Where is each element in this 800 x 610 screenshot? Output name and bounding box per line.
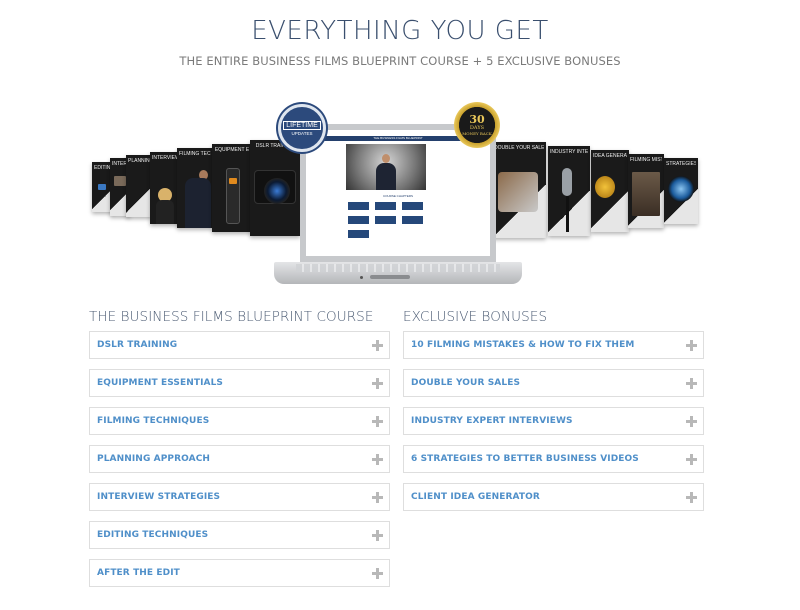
accordion-item-industry-expert-interviews[interactable]: INDUSTRY EXPERT INTERVIEWS bbox=[403, 407, 704, 435]
accordion-item-after-the-edit[interactable]: AFTER THE EDIT bbox=[89, 559, 390, 587]
cover-title: FILMING TECH bbox=[179, 151, 211, 157]
page-title: EVERYTHING YOU GET bbox=[251, 16, 549, 46]
page-subtitle: THE ENTIRE BUSINESS FILMS BLUEPRINT COUR… bbox=[179, 54, 621, 68]
chapter-button bbox=[348, 230, 369, 238]
plus-icon[interactable] bbox=[686, 454, 697, 465]
chapter-button bbox=[348, 216, 369, 224]
plus-icon[interactable] bbox=[372, 492, 383, 503]
cover-title: INTERVIEW ST bbox=[152, 155, 178, 161]
accordion-item-6-strategies[interactable]: 6 STRATEGIES TO BETTER BUSINESS VIDEOS bbox=[403, 445, 704, 473]
accordion-item-dslr-training[interactable]: DSLR TRAINING bbox=[89, 331, 390, 359]
course-heading: THE BUSINESS FILMS BLUEPRINT COURSE bbox=[89, 309, 374, 325]
accordion-label: INTERVIEW STRATEGIES bbox=[97, 492, 221, 502]
accordion-item-filming-techniques[interactable]: FILMING TECHNIQUES bbox=[89, 407, 390, 435]
cover-title: FILMING MISTAKES bbox=[630, 157, 662, 163]
chapter-button bbox=[402, 216, 423, 224]
cover-title: DOUBLE YOUR SALES bbox=[494, 145, 544, 151]
cover-planning: PLANNING bbox=[126, 155, 152, 217]
cover-double-your-sales: DOUBLE YOUR SALES bbox=[492, 142, 546, 238]
cover-industry-interviews: INDUSTRY INTERVIEWS bbox=[548, 146, 590, 236]
accordion-item-equipment-essentials[interactable]: EQUIPMENT ESSENTIALS bbox=[89, 369, 390, 397]
cover-filming-mistakes: FILMING MISTAKES bbox=[628, 154, 664, 228]
presenter-image bbox=[376, 154, 396, 190]
accordion-label: CLIENT IDEA GENERATOR bbox=[411, 492, 540, 502]
plus-icon[interactable] bbox=[372, 568, 383, 579]
plus-icon[interactable] bbox=[686, 340, 697, 351]
plus-icon[interactable] bbox=[372, 530, 383, 541]
lifetime-updates-badge: LIFETIME UPDATES bbox=[278, 104, 326, 152]
plus-icon[interactable] bbox=[372, 416, 383, 427]
product-hero-image: EDITING INTERVIEW PLANNING INTERVIEW ST … bbox=[88, 100, 708, 290]
accordion-item-filming-mistakes[interactable]: 10 FILMING MISTAKES & HOW TO FIX THEM bbox=[403, 331, 704, 359]
cover-title: IDEA GENERATOR bbox=[593, 153, 627, 159]
chapter-button bbox=[402, 202, 423, 210]
plus-icon[interactable] bbox=[372, 378, 383, 389]
badge-text: UPDATES bbox=[291, 130, 313, 136]
accordion-label: FILMING TECHNIQUES bbox=[97, 416, 210, 426]
cover-title: PLANNING bbox=[128, 158, 150, 164]
accordion-item-interview-strategies[interactable]: INTERVIEW STRATEGIES bbox=[89, 483, 390, 511]
chapter-button bbox=[375, 202, 396, 210]
badge-text: 30 bbox=[469, 113, 485, 126]
cover-idea-generator: IDEA GENERATOR bbox=[591, 150, 629, 232]
badge-text: MONEY BACK bbox=[462, 131, 492, 136]
chapter-button bbox=[348, 202, 369, 210]
laptop-base bbox=[274, 262, 522, 284]
cover-interview-strategies: INTERVIEW ST bbox=[150, 152, 180, 224]
accordion-label: INDUSTRY EXPERT INTERVIEWS bbox=[411, 416, 573, 426]
cover-title: EQUIPMENT E bbox=[214, 147, 250, 153]
cover-title: INDUSTRY INTERVIEWS bbox=[550, 149, 588, 155]
bonuses-section: EXCLUSIVE BONUSES 10 FILMING MISTAKES & … bbox=[403, 309, 705, 521]
accordion-label: EQUIPMENT ESSENTIALS bbox=[97, 378, 224, 388]
cover-title: STRATEGIES bbox=[666, 161, 696, 167]
money-back-badge: 30 DAYS MONEY BACK bbox=[454, 102, 500, 148]
plus-icon[interactable] bbox=[372, 340, 383, 351]
cover-strategies: STRATEGIES bbox=[664, 158, 698, 224]
bonuses-heading: EXCLUSIVE BONUSES bbox=[403, 309, 548, 325]
plus-icon[interactable] bbox=[372, 454, 383, 465]
accordion-label: EDITING TECHNIQUES bbox=[97, 530, 209, 540]
plus-icon[interactable] bbox=[686, 378, 697, 389]
accordion-item-client-idea-generator[interactable]: CLIENT IDEA GENERATOR bbox=[403, 483, 704, 511]
accordion-item-editing-techniques[interactable]: EDITING TECHNIQUES bbox=[89, 521, 390, 549]
accordion-item-double-your-sales[interactable]: DOUBLE YOUR SALES bbox=[403, 369, 704, 397]
accordion-item-planning-approach[interactable]: PLANNING APPROACH bbox=[89, 445, 390, 473]
chapter-button bbox=[375, 216, 396, 224]
course-section: THE BUSINESS FILMS BLUEPRINT COURSE DSLR… bbox=[89, 309, 391, 597]
video-player bbox=[346, 144, 426, 190]
badge-text: LIFETIME bbox=[283, 120, 321, 130]
cover-dslr-training: DSLR TRAINING bbox=[250, 140, 300, 236]
plus-icon[interactable] bbox=[686, 416, 697, 427]
course-chapters-label: COURSE CHAPTERS bbox=[382, 194, 413, 198]
cover-filming-techniques: FILMING TECH bbox=[177, 148, 213, 228]
accordion-label: 6 STRATEGIES TO BETTER BUSINESS VIDEOS bbox=[411, 454, 639, 464]
accordion-label: 10 FILMING MISTAKES & HOW TO FIX THEM bbox=[411, 340, 635, 350]
accordion-label: PLANNING APPROACH bbox=[97, 454, 211, 464]
accordion-label: AFTER THE EDIT bbox=[97, 568, 180, 578]
plus-icon[interactable] bbox=[686, 492, 697, 503]
accordion-label: DSLR TRAINING bbox=[97, 340, 178, 350]
cover-equipment-essentials: EQUIPMENT E bbox=[212, 144, 252, 232]
accordion-label: DOUBLE YOUR SALES bbox=[411, 378, 521, 388]
